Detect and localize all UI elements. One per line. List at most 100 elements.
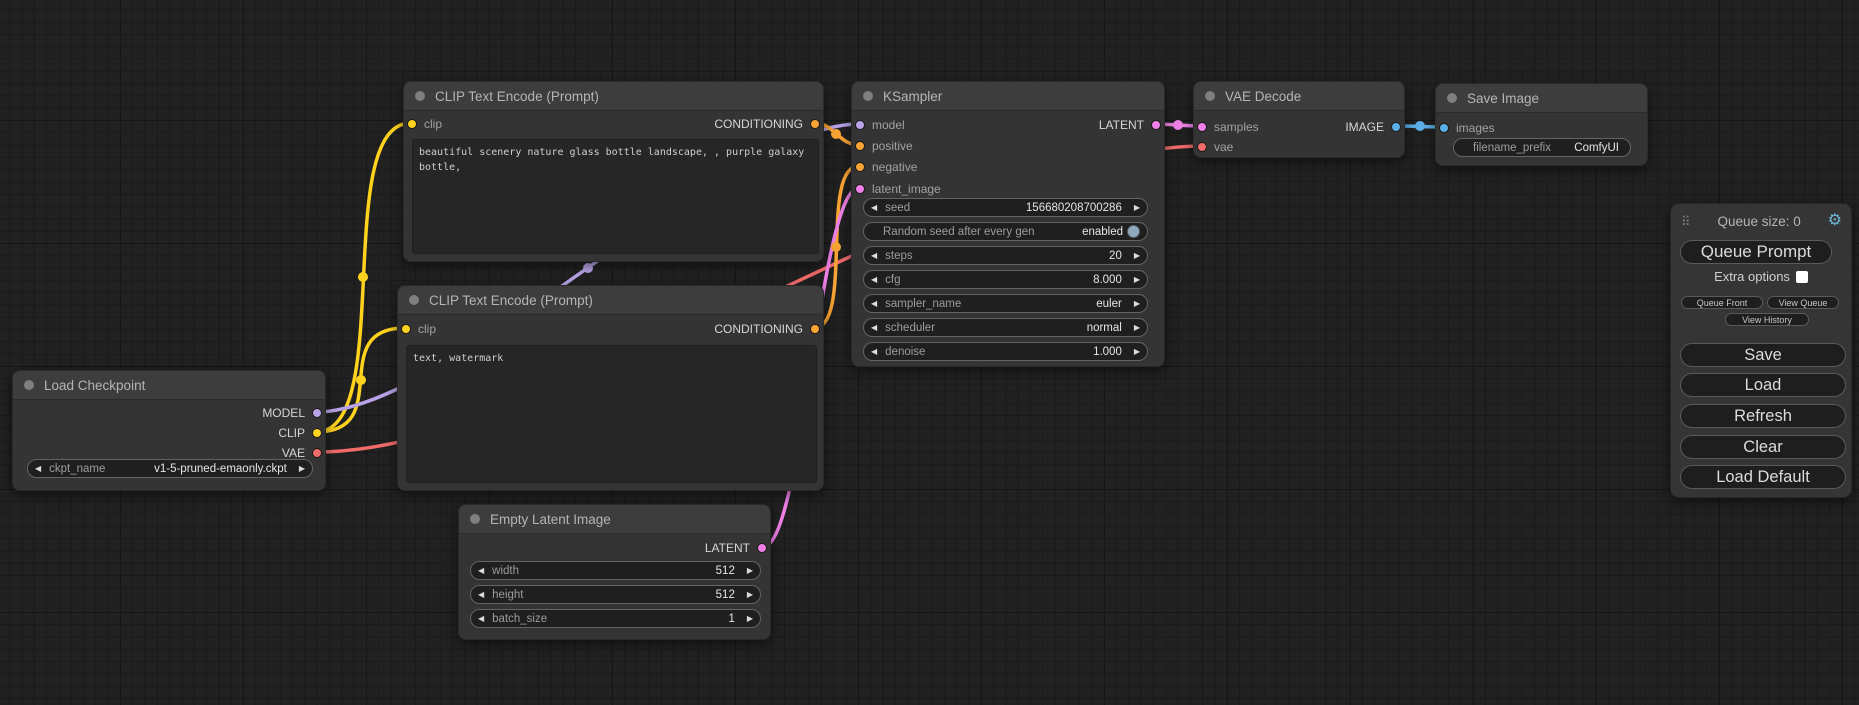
prev-value-arrow-icon[interactable]: ◀ <box>35 465 41 473</box>
decrement-arrow-icon[interactable]: ◀ <box>871 348 877 356</box>
queue-prompt-button[interactable]: Queue Prompt <box>1680 240 1832 264</box>
node-title-bar[interactable]: Load Checkpoint <box>13 371 325 400</box>
input-slot-vae[interactable]: vae <box>1197 137 1233 157</box>
increment-arrow-icon[interactable]: ▶ <box>1134 252 1140 260</box>
collapse-dot-icon[interactable] <box>863 91 873 101</box>
collapse-dot-icon[interactable] <box>409 295 419 305</box>
node-clip-text-encode-positive[interactable]: CLIP Text Encode (Prompt) clip CONDITION… <box>403 81 824 262</box>
positive-prompt-textarea[interactable]: beautiful scenery nature glass bottle la… <box>412 139 819 254</box>
decrement-arrow-icon[interactable]: ◀ <box>871 276 877 284</box>
negative-input-dot[interactable] <box>855 162 865 172</box>
input-slot-model[interactable]: model <box>855 115 905 135</box>
node-title-bar[interactable]: CLIP Text Encode (Prompt) <box>398 286 823 315</box>
model-input-dot[interactable] <box>855 120 865 130</box>
output-slot-conditioning[interactable]: CONDITIONING <box>714 114 820 134</box>
samples-input-dot[interactable] <box>1197 122 1207 132</box>
conditioning-output-dot[interactable] <box>810 119 820 129</box>
comfyui-canvas[interactable]: Load Checkpoint MODEL CLIP VAE ◀ ckpt_na… <box>0 0 1859 705</box>
node-title-bar[interactable]: Save Image <box>1436 84 1647 113</box>
next-value-arrow-icon[interactable]: ▶ <box>299 465 305 473</box>
output-slot-latent[interactable]: LATENT <box>705 538 767 558</box>
input-slot-negative[interactable]: negative <box>855 157 917 177</box>
negative-prompt-textarea[interactable]: text, watermark <box>406 345 817 483</box>
output-slot-clip[interactable]: CLIP <box>278 423 322 443</box>
widget-denoise[interactable]: ◀ denoise 1.000 ▶ <box>863 342 1148 361</box>
node-title-bar[interactable]: VAE Decode <box>1194 82 1404 111</box>
output-slot-model[interactable]: MODEL <box>262 403 322 423</box>
widget-ckpt-name[interactable]: ◀ ckpt_name v1-5-pruned-emaonly.ckpt ▶ <box>27 459 313 478</box>
widget-cfg[interactable]: ◀ cfg 8.000 ▶ <box>863 270 1148 289</box>
drag-handle-icon[interactable]: ⠿ <box>1681 215 1691 228</box>
next-value-arrow-icon[interactable]: ▶ <box>1134 300 1140 308</box>
widget-height[interactable]: ◀ height 512 ▶ <box>470 585 761 604</box>
widget-filename-prefix[interactable]: filename_prefix ComfyUI <box>1453 138 1631 157</box>
clip-input-dot[interactable] <box>407 119 417 129</box>
latent-output-dot[interactable] <box>757 543 767 553</box>
output-slot-latent[interactable]: LATENT <box>1099 115 1161 135</box>
clip-input-dot[interactable] <box>401 324 411 334</box>
extra-options-checkbox[interactable] <box>1796 271 1808 283</box>
vae-input-dot[interactable] <box>1197 142 1207 152</box>
decrement-arrow-icon[interactable]: ◀ <box>478 591 484 599</box>
input-slot-latent-image[interactable]: latent_image <box>855 179 941 199</box>
view-queue-button[interactable]: View Queue <box>1767 296 1839 309</box>
input-slot-samples[interactable]: samples <box>1197 117 1259 137</box>
widget-seed[interactable]: ◀ seed 156680208700286 ▶ <box>863 198 1148 217</box>
widget-scheduler[interactable]: ◀ scheduler normal ▶ <box>863 318 1148 337</box>
collapse-dot-icon[interactable] <box>1205 91 1215 101</box>
increment-arrow-icon[interactable]: ▶ <box>747 591 753 599</box>
input-slot-images[interactable]: images <box>1439 118 1495 138</box>
next-value-arrow-icon[interactable]: ▶ <box>1134 324 1140 332</box>
decrement-arrow-icon[interactable]: ◀ <box>478 567 484 575</box>
node-title-bar[interactable]: Empty Latent Image <box>459 505 770 534</box>
vae-output-dot[interactable] <box>312 448 322 458</box>
increment-arrow-icon[interactable]: ▶ <box>747 615 753 623</box>
decrement-arrow-icon[interactable]: ◀ <box>478 615 484 623</box>
enabled-toggle-icon[interactable] <box>1127 225 1140 238</box>
output-slot-conditioning[interactable]: CONDITIONING <box>714 319 820 339</box>
collapse-dot-icon[interactable] <box>470 514 480 524</box>
node-save-image[interactable]: Save Image images filename_prefix ComfyU… <box>1435 83 1648 166</box>
queue-menu-panel[interactable]: ⠿ Queue size: 0 ⚙ Queue Prompt Extra opt… <box>1670 203 1852 498</box>
widget-width[interactable]: ◀ width 512 ▶ <box>470 561 761 580</box>
node-title-bar[interactable]: CLIP Text Encode (Prompt) <box>404 82 823 111</box>
settings-gear-icon[interactable]: ⚙ <box>1828 213 1842 229</box>
node-clip-text-encode-negative[interactable]: CLIP Text Encode (Prompt) clip CONDITION… <box>397 285 824 491</box>
decrement-arrow-icon[interactable]: ◀ <box>871 204 877 212</box>
clear-button[interactable]: Clear <box>1680 435 1846 459</box>
clip-output-dot[interactable] <box>312 428 322 438</box>
input-slot-clip[interactable]: clip <box>401 319 436 339</box>
widget-sampler-name[interactable]: ◀ sampler_name euler ▶ <box>863 294 1148 313</box>
output-slot-image[interactable]: IMAGE <box>1345 117 1401 137</box>
widget-random-seed-toggle[interactable]: Random seed after every gen enabled <box>863 222 1148 241</box>
images-input-dot[interactable] <box>1439 123 1449 133</box>
prev-value-arrow-icon[interactable]: ◀ <box>871 324 877 332</box>
input-slot-positive[interactable]: positive <box>855 136 913 156</box>
node-title-bar[interactable]: KSampler <box>852 82 1164 111</box>
node-ksampler[interactable]: KSampler model positive negative latent_… <box>851 81 1165 367</box>
widget-batch-size[interactable]: ◀ batch_size 1 ▶ <box>470 609 761 628</box>
increment-arrow-icon[interactable]: ▶ <box>747 567 753 575</box>
queue-front-button[interactable]: Queue Front <box>1681 296 1763 309</box>
save-button[interactable]: Save <box>1680 343 1846 367</box>
input-slot-clip[interactable]: clip <box>407 114 442 134</box>
image-output-dot[interactable] <box>1391 122 1401 132</box>
widget-steps[interactable]: ◀ steps 20 ▶ <box>863 246 1148 265</box>
increment-arrow-icon[interactable]: ▶ <box>1134 204 1140 212</box>
prev-value-arrow-icon[interactable]: ◀ <box>871 300 877 308</box>
collapse-dot-icon[interactable] <box>1447 93 1457 103</box>
collapse-dot-icon[interactable] <box>415 91 425 101</box>
increment-arrow-icon[interactable]: ▶ <box>1134 276 1140 284</box>
decrement-arrow-icon[interactable]: ◀ <box>871 252 877 260</box>
node-empty-latent-image[interactable]: Empty Latent Image LATENT ◀ width 512 ▶ … <box>458 504 771 640</box>
load-button[interactable]: Load <box>1680 373 1846 397</box>
positive-input-dot[interactable] <box>855 141 865 151</box>
model-output-dot[interactable] <box>312 408 322 418</box>
latent-input-dot[interactable] <box>855 184 865 194</box>
increment-arrow-icon[interactable]: ▶ <box>1134 348 1140 356</box>
refresh-button[interactable]: Refresh <box>1680 404 1846 428</box>
view-history-button[interactable]: View History <box>1725 313 1809 326</box>
node-vae-decode[interactable]: VAE Decode samples vae IMAGE <box>1193 81 1405 158</box>
collapse-dot-icon[interactable] <box>24 380 34 390</box>
node-load-checkpoint[interactable]: Load Checkpoint MODEL CLIP VAE ◀ ckpt_na… <box>12 370 326 491</box>
